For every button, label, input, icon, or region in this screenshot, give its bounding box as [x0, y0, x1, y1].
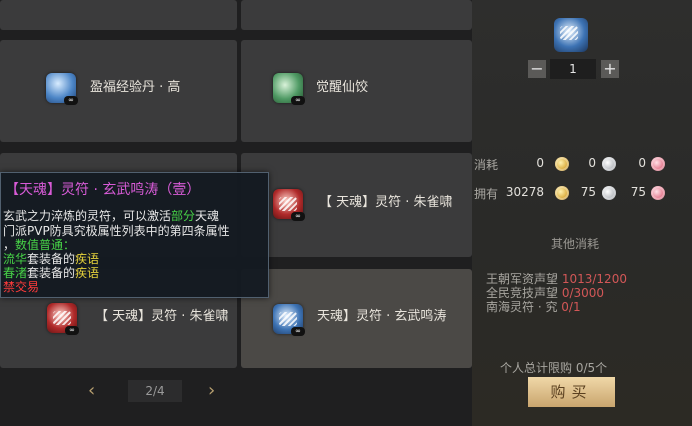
cost-pink-value: 0 — [638, 156, 646, 170]
set-skill: 疾语 — [75, 266, 100, 280]
talisman-mark — [279, 312, 297, 326]
pink-coin-icon — [651, 157, 665, 171]
item-name: 天魂】灵符 · 玄武鸣涛 — [317, 309, 447, 324]
unlimited-badge: ∞ — [65, 326, 79, 335]
shop-item-cell[interactable] — [241, 0, 472, 30]
item-name: 【 天魂】灵符 · 朱雀啸 — [95, 309, 229, 324]
unlimited-badge: ∞ — [291, 327, 305, 336]
talisman-mark — [279, 197, 297, 211]
shop-item-cell[interactable]: ∞ 【 天魂】灵符 · 朱雀啸 — [241, 153, 472, 257]
talisman-mark — [53, 311, 71, 325]
item-name: 【 天魂】灵符 · 朱雀啸 — [319, 195, 453, 210]
shop-item-cell-selected[interactable]: ∞ 天魂】灵符 · 玄武鸣涛 — [241, 269, 472, 368]
item-tooltip: 【天魂】灵符 · 玄武鸣涛（壹） 玄武之力淬炼的灵符，可以激活部分天魂 门派PV… — [0, 172, 269, 298]
blue-talisman-icon: ∞ — [273, 304, 305, 336]
unlimited-badge: ∞ — [291, 96, 305, 105]
gold-coin-icon — [555, 186, 569, 200]
shop-item-cell[interactable]: ∞ 觉醒仙饺 — [241, 40, 472, 142]
pink-coin-icon — [651, 186, 665, 200]
reputation-value: 0/1 — [561, 300, 581, 314]
buy-button[interactable]: 购买 — [528, 377, 615, 407]
silver-coin-icon — [602, 157, 616, 171]
cost-label: 消耗 — [474, 158, 499, 172]
quantity-plus-button[interactable]: + — [601, 60, 619, 78]
selected-item-icon — [554, 18, 588, 52]
tooltip-desc-text: 天魂 — [195, 209, 220, 223]
owned-pink-value: 75 — [630, 185, 646, 199]
tooltip-trade-restriction: 禁交易 — [3, 280, 40, 294]
green-dumpling-icon: ∞ — [273, 73, 305, 105]
blue-orb-icon: ∞ — [46, 73, 78, 105]
purchase-limit-value: 0/5个 — [575, 361, 608, 375]
next-page-arrow-icon[interactable]: › — [208, 380, 215, 402]
silver-coin-icon — [602, 186, 616, 200]
cost-silver-value: 0 — [588, 156, 596, 170]
unlimited-badge: ∞ — [64, 96, 78, 105]
gold-coin-icon — [555, 157, 569, 171]
purchase-limit: 个人总计限购 0/5个 — [500, 359, 607, 376]
item-name: 盈福经验丹 · 高 — [90, 80, 181, 95]
owned-silver-value: 75 — [580, 185, 596, 199]
quantity-input[interactable]: 1 — [550, 59, 596, 79]
owned-label: 拥有 — [474, 187, 499, 201]
tooltip-title: 【天魂】灵符 · 玄武鸣涛（壹） — [5, 182, 201, 198]
page-indicator: 2/4 — [128, 380, 182, 402]
prev-page-arrow-icon[interactable]: ‹ — [88, 380, 95, 402]
purchase-limit-label: 个人总计限购 — [500, 361, 573, 375]
tooltip-desc-text: 玄武之力淬炼的灵符，可以激活 — [3, 209, 172, 223]
shop-item-cell[interactable] — [0, 0, 237, 30]
unlimited-badge: ∞ — [291, 212, 305, 221]
cost-gold-value: 0 — [536, 156, 544, 170]
item-name: 觉醒仙饺 — [316, 80, 369, 95]
owned-gold-value: 30278 — [505, 185, 544, 199]
reputation-row: 南海灵符 · 究 0/1 — [486, 298, 581, 315]
reputation-label: 南海灵符 · 究 — [486, 300, 558, 314]
quantity-minus-button[interactable]: − — [528, 60, 546, 78]
red-talisman-icon: ∞ — [273, 189, 305, 221]
shop-item-cell[interactable]: ∞ 盈福经验丹 · 高 — [0, 40, 237, 142]
talisman-mark — [560, 26, 578, 40]
tooltip-desc-highlight: 部分 — [171, 209, 196, 223]
other-cost-title: 其他消耗 — [551, 237, 600, 251]
red-talisman-icon: ∞ — [47, 303, 79, 335]
